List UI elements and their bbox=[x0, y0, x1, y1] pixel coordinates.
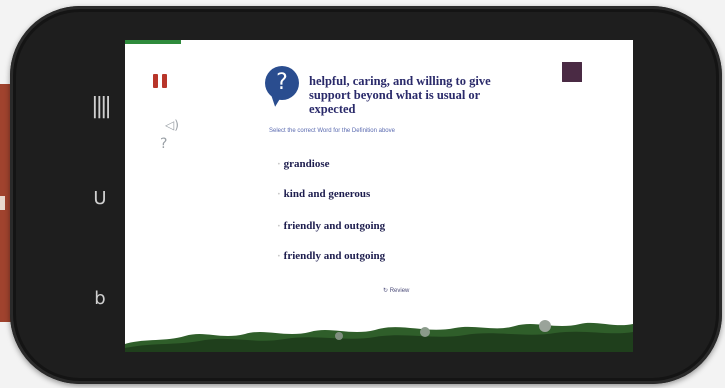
home-icon[interactable]: U bbox=[82, 188, 118, 209]
question-icon: ? bbox=[265, 66, 299, 100]
pause-icon[interactable] bbox=[153, 74, 167, 88]
landscape-decoration bbox=[125, 320, 633, 352]
review-button[interactable]: ↻ Review bbox=[383, 287, 409, 294]
answer-option-3[interactable]: · friendly and outgoing bbox=[277, 220, 385, 232]
sound-icon[interactable]: ◁) bbox=[165, 118, 179, 132]
review-icon: ↻ bbox=[383, 288, 390, 294]
app-screen: ◁) ? ? helpful, caring, and willing to g… bbox=[125, 40, 633, 352]
back-icon[interactable]: b bbox=[82, 288, 118, 309]
quiz-progress-bar bbox=[125, 40, 181, 44]
timer-icon bbox=[562, 62, 582, 82]
answer-option-1[interactable]: · grandiose bbox=[277, 158, 330, 170]
side-tab-notch bbox=[0, 196, 5, 210]
menu-icon[interactable]: |||| bbox=[82, 94, 118, 119]
answer-option-2[interactable]: · kind and generous bbox=[277, 188, 370, 200]
answer-option-label: friendly and outgoing bbox=[283, 250, 386, 262]
definition-text: helpful, caring, and willing to give sup… bbox=[309, 74, 491, 116]
answer-option-label: friendly and outgoing bbox=[283, 220, 386, 232]
answer-option-4[interactable]: · friendly and outgoing bbox=[277, 250, 385, 262]
instruction-text: Select the correct Word for the Definiti… bbox=[269, 128, 395, 134]
help-icon[interactable]: ? bbox=[160, 136, 167, 152]
answer-option-label: kind and generous bbox=[283, 188, 371, 200]
answer-option-label: grandiose bbox=[283, 158, 330, 170]
